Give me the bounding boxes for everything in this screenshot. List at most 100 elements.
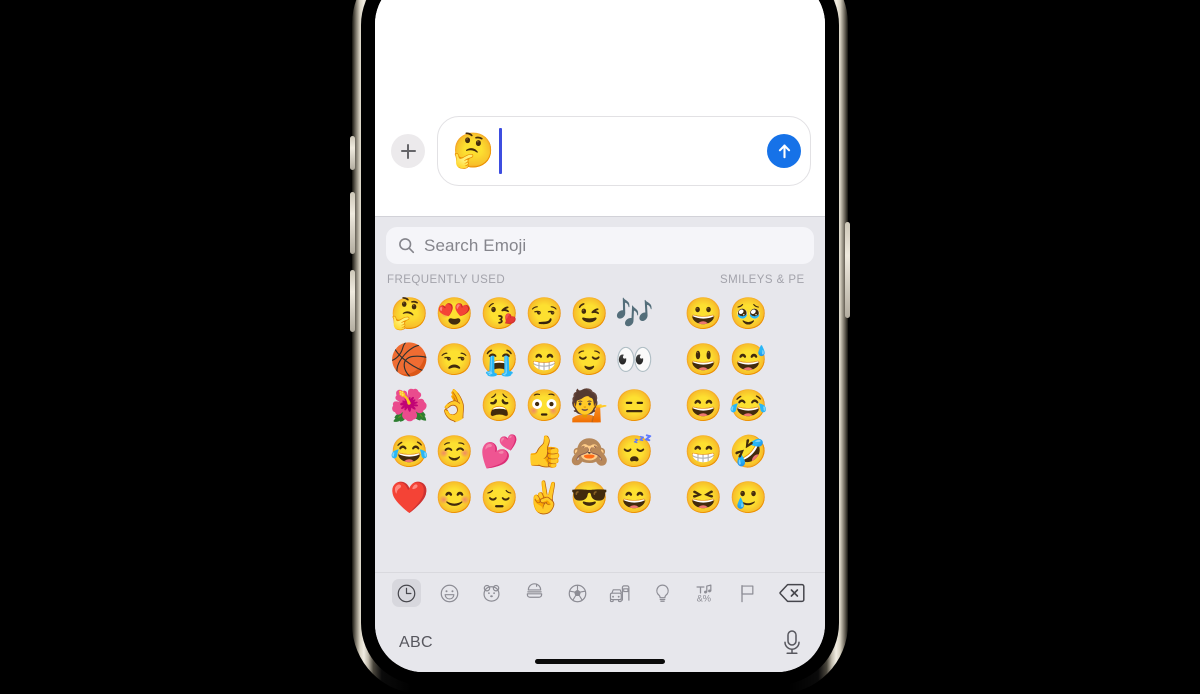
emoji-cell[interactable]: 🥲 [729, 482, 768, 513]
emoji-cell[interactable]: ❤️ [390, 482, 429, 513]
bear-icon [483, 584, 500, 602]
flag-icon [741, 584, 754, 602]
abc-key[interactable]: ABC [399, 634, 433, 652]
emoji-cell[interactable]: 😄 [615, 482, 654, 513]
svg-text:&%: &% [696, 593, 710, 603]
search-container: Search Emoji [375, 216, 825, 264]
delete-key[interactable] [769, 583, 815, 603]
emoji-cell[interactable]: 🤣 [729, 436, 768, 467]
send-button[interactable] [767, 134, 801, 168]
search-input[interactable]: Search Emoji [424, 236, 526, 256]
category-tab-travel-places[interactable] [598, 579, 641, 607]
emoji-cell[interactable]: 😘 [480, 298, 519, 329]
emoji-cell[interactable]: ✌️ [525, 482, 564, 513]
emoji-cell[interactable]: 😅 [729, 344, 768, 375]
emoji-cell[interactable]: 🌺 [390, 390, 429, 421]
emoji-cell[interactable]: 💕 [480, 436, 519, 467]
emoji-cell[interactable]: 😀 [684, 298, 723, 329]
emoji-cell[interactable]: 🎶 [615, 298, 654, 329]
search-icon [399, 238, 415, 254]
emoji-cell[interactable]: 😆 [684, 482, 723, 513]
category-tab-smileys-people[interactable] [428, 579, 471, 607]
emoji-cell[interactable]: 😏 [525, 298, 564, 329]
add-attachment-button[interactable] [391, 134, 425, 168]
emoji-category-bar: &% [375, 572, 825, 614]
emoji-cell[interactable]: 😁 [684, 436, 723, 467]
category-tab-symbols[interactable]: &% [684, 579, 727, 607]
ringer-switch[interactable] [350, 136, 355, 170]
symbols-icon: &% [695, 583, 711, 603]
section-title-smileys-people: SMILEYS & PE [720, 274, 805, 286]
category-tab-hit-area: &% [691, 579, 720, 607]
soccer-ball-icon [568, 584, 586, 602]
keyboard-bottom-bar: ABC [375, 614, 825, 672]
emoji-sections: 🤔 😍 😘 😏 😉 🎶 🏀 😒 😭 😁 😌 👀 🌺 👌 😩 😳 💁 😑 😂 ☺️ 💕 👍 🙈 😴 ❤️ 😊 😔 ✌️ 😎 😄 😀 🥹 😃 😅 😄 😂… [375, 290, 825, 520]
emoji-cell[interactable]: 😴 [615, 436, 654, 467]
emoji-grid-smileys-people[interactable]: 😀 🥹 😃 😅 😄 😂 😁 🤣 😆 🥲 [681, 290, 771, 520]
category-tab-hit-area [648, 579, 677, 607]
food-icon [526, 582, 543, 598]
category-tab-flags[interactable] [726, 579, 769, 607]
emoji-cell[interactable]: 😳 [525, 390, 564, 421]
delete-backward-icon [779, 583, 805, 603]
volume-up-button[interactable] [350, 192, 355, 254]
emoji-keyboard: Search Emoji FREQUENTLY USED SMILEYS & P… [375, 216, 825, 672]
category-tab-recently-used[interactable] [385, 579, 428, 607]
category-tab-animals-nature[interactable] [470, 579, 513, 607]
emoji-cell[interactable]: 💁 [570, 390, 609, 421]
volume-down-button[interactable] [350, 270, 355, 332]
emoji-cell[interactable]: 😉 [570, 298, 609, 329]
emoji-cell[interactable]: 👍 [525, 436, 564, 467]
smiley-icon [440, 584, 458, 602]
clock-icon [397, 584, 416, 602]
phone-screen: 🤔 Search Emoji FREQUENTLY USED SMILEYS &… [375, 0, 825, 672]
emoji-cell[interactable]: 😎 [570, 482, 609, 513]
emoji-cell[interactable]: 👀 [615, 344, 654, 375]
category-tab-hit-area [733, 579, 762, 607]
emoji-cell[interactable]: 😁 [525, 344, 564, 375]
category-tab-activity[interactable] [556, 579, 599, 607]
emoji-cell[interactable]: ☺️ [435, 436, 474, 467]
emoji-cell[interactable]: 😩 [480, 390, 519, 421]
arrow-up-icon [778, 144, 790, 158]
category-tab-food-drink[interactable] [513, 579, 556, 607]
category-tab-hit-area [435, 579, 464, 607]
conversation-area: 🤔 [375, 0, 825, 216]
message-input[interactable]: 🤔 [437, 116, 811, 186]
emoji-search-bar[interactable]: Search Emoji [386, 227, 814, 264]
message-input-value: 🤔 [452, 132, 495, 170]
category-tab-hit-area [563, 579, 592, 607]
category-tab-hit-area [391, 579, 421, 607]
car-icon [610, 584, 630, 602]
emoji-cell[interactable]: 🤔 [390, 298, 429, 329]
text-caret [499, 128, 502, 174]
emoji-cell[interactable]: 😂 [390, 436, 429, 467]
compose-row: 🤔 [375, 116, 825, 186]
emoji-cell[interactable]: 😊 [435, 482, 474, 513]
category-tab-objects[interactable] [641, 579, 684, 607]
lightbulb-icon [656, 583, 669, 602]
section-headers: FREQUENTLY USED SMILEYS & PE [375, 264, 825, 290]
category-tab-hit-area [520, 579, 549, 607]
emoji-cell[interactable]: 👌 [435, 390, 474, 421]
power-button[interactable] [845, 222, 850, 318]
microphone-icon[interactable] [781, 629, 803, 657]
emoji-cell[interactable]: 😃 [684, 344, 723, 375]
emoji-cell[interactable]: 😌 [570, 344, 609, 375]
emoji-cell[interactable]: 😑 [615, 390, 654, 421]
phone-device: 🤔 Search Emoji FREQUENTLY USED SMILEYS &… [350, 0, 850, 694]
emoji-cell[interactable]: 🙈 [570, 436, 609, 467]
emoji-grid-frequently-used[interactable]: 🤔 😍 😘 😏 😉 🎶 🏀 😒 😭 😁 😌 👀 🌺 👌 😩 😳 💁 😑 😂 ☺️ 💕 👍 🙈 😴 ❤️ 😊 😔 ✌️ 😎 😄 [387, 290, 657, 520]
emoji-cell[interactable]: 😍 [435, 298, 474, 329]
emoji-cell[interactable]: 😒 [435, 344, 474, 375]
emoji-cell[interactable]: 😂 [729, 390, 768, 421]
emoji-cell[interactable]: 🏀 [390, 344, 429, 375]
section-title-frequently-used: FREQUENTLY USED [387, 274, 506, 286]
emoji-cell[interactable]: 🥹 [729, 298, 768, 329]
emoji-grid-viewport[interactable]: 🤔 😍 😘 😏 😉 🎶 🏀 😒 😭 😁 😌 👀 🌺 👌 😩 😳 💁 😑 😂 ☺️ 💕 👍 🙈 😴 ❤️ 😊 😔 ✌️ 😎 😄 😀 🥹 😃 😅 😄 😂… [375, 290, 825, 572]
keyboard-divider [375, 216, 825, 217]
emoji-cell[interactable]: 😭 [480, 344, 519, 375]
home-indicator[interactable] [535, 659, 665, 664]
emoji-cell[interactable]: 😄 [684, 390, 723, 421]
emoji-cell[interactable]: 😔 [480, 482, 519, 513]
